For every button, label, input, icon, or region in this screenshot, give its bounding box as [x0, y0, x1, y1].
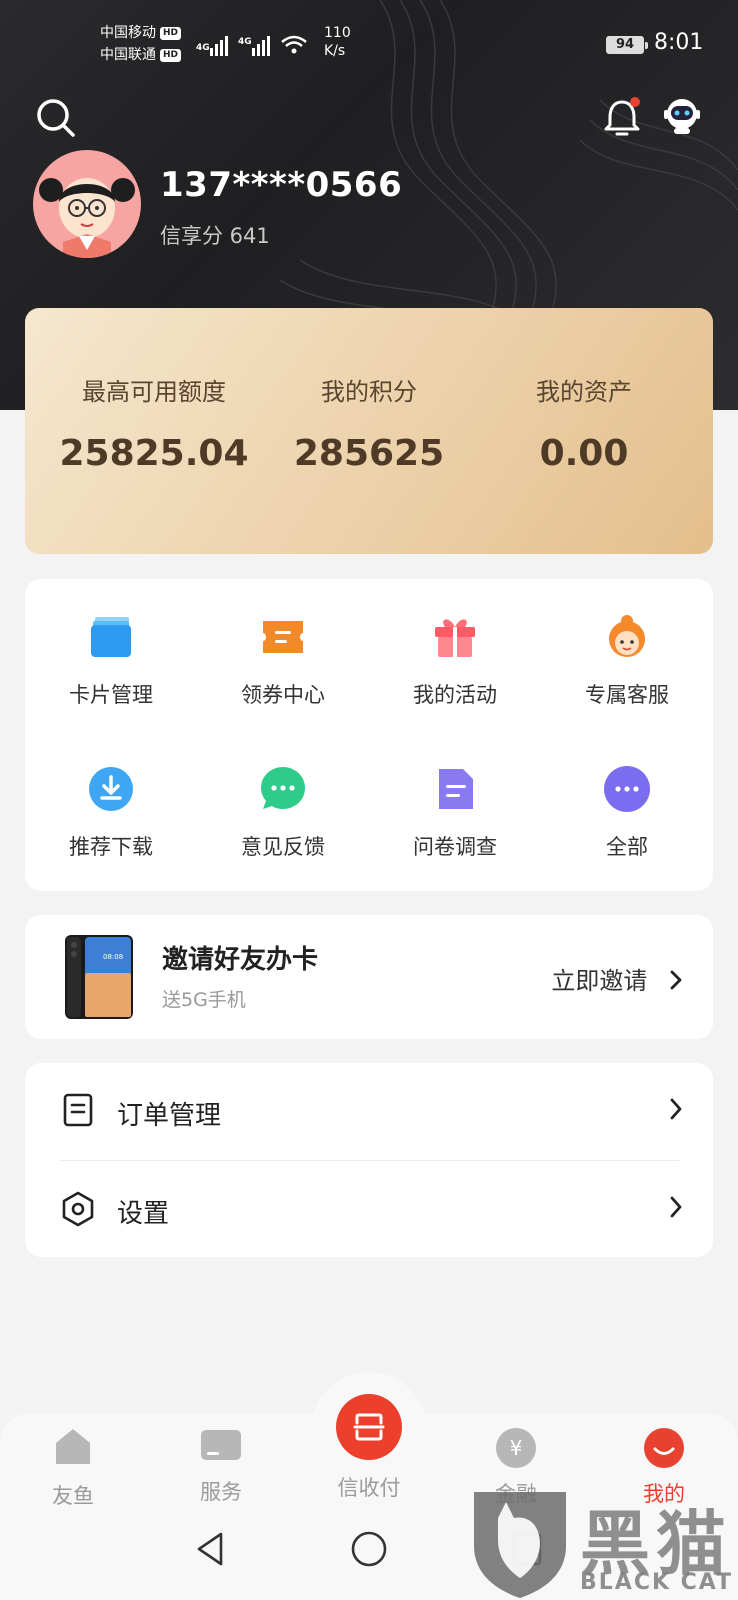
svg-text:4G: 4G — [196, 43, 210, 53]
menu-item-label: 设置 — [117, 1199, 170, 1229]
watermark-en-text: BLACK CAT — [580, 1570, 734, 1595]
profile-icon — [644, 1428, 684, 1468]
invite-banner[interactable]: 08:08 邀请好友办卡 送5G手机 立即邀请 — [25, 915, 713, 1039]
summary-value: 0.00 — [539, 433, 629, 474]
service-label: 全部 — [606, 835, 648, 859]
card-icon — [91, 617, 131, 657]
summary-value: 285625 — [293, 433, 445, 474]
system-home-icon[interactable] — [350, 1530, 388, 1568]
service-icon — [201, 1430, 241, 1460]
scan-pay-icon — [353, 1413, 385, 1441]
menu-item-orders[interactable]: 订单管理 — [25, 1063, 713, 1159]
gift-icon — [435, 619, 475, 657]
black-cat-watermark: 黑猫 BLACK CAT — [468, 1488, 738, 1600]
avatar[interactable] — [33, 150, 141, 258]
credit-score[interactable]: 信享分 641 — [160, 220, 270, 250]
summary-label: 最高可用额度 — [82, 378, 226, 406]
signal-icon: 4G 4G — [196, 35, 307, 56]
service-recommend-download[interactable]: 推荐下载 — [25, 765, 197, 861]
survey-icon — [439, 769, 473, 809]
menu-item-settings[interactable]: 设置 — [25, 1161, 713, 1257]
service-all[interactable]: 全部 — [541, 765, 713, 861]
customer-service-icon — [609, 615, 645, 657]
menu-item-label: 订单管理 — [117, 1101, 222, 1131]
finance-icon: ¥ — [496, 1428, 536, 1468]
summary-assets[interactable]: 我的资产 0.00 — [469, 372, 699, 474]
avatar-girl-illustration — [39, 178, 135, 258]
notification-dot — [630, 97, 640, 107]
order-icon — [63, 1093, 93, 1127]
invite-subtitle: 送5G手机 — [162, 989, 246, 1011]
settings-menu: 订单管理 设置 — [25, 1063, 713, 1257]
network-speed: 110 K/s — [324, 25, 351, 59]
user-phone-number: 137****0566 — [160, 165, 403, 205]
battery-indicator: 94 — [606, 36, 648, 54]
invite-action-label: 立即邀请 — [551, 967, 648, 995]
carrier-2: 中国联通 HD — [100, 44, 182, 66]
summary-label: 我的资产 — [536, 378, 632, 406]
clock: 8:01 — [654, 30, 704, 55]
robot-assistant-icon[interactable] — [662, 96, 702, 136]
chevron-right-icon — [670, 1098, 682, 1120]
service-label: 问卷调查 — [413, 835, 497, 859]
tab-label: 信收付 — [337, 1476, 401, 1500]
phone-product-image: 08:08 — [65, 935, 133, 1019]
notification-bell-icon[interactable] — [600, 96, 644, 140]
home-icon — [56, 1429, 90, 1464]
carrier-1: 中国移动 HD — [100, 22, 182, 44]
tab-label: 友鱼 — [52, 1484, 94, 1508]
search-icon[interactable] — [34, 96, 78, 140]
chevron-right-icon — [670, 970, 682, 990]
summary-value: 25825.04 — [59, 433, 249, 474]
account-summary-card: 最高可用额度 25825.04 我的积分 285625 我的资产 0.00 — [25, 308, 713, 554]
chevron-right-icon — [670, 1196, 682, 1218]
tab-home[interactable]: 友鱼 — [13, 1426, 133, 1510]
service-label: 卡片管理 — [69, 683, 153, 707]
service-label: 推荐下载 — [69, 835, 153, 859]
black-cat-shield-logo — [474, 1492, 566, 1598]
summary-label: 我的积分 — [321, 378, 417, 406]
summary-credit-limit[interactable]: 最高可用额度 25825.04 — [39, 372, 269, 474]
system-back-icon[interactable] — [193, 1530, 227, 1568]
feedback-icon — [261, 767, 305, 809]
services-grid: 卡片管理 领券中心 我的活动 专属客服 推荐下载 意见反馈 问卷调查 全部 — [25, 579, 713, 891]
tab-service[interactable]: 服务 — [161, 1426, 281, 1506]
svg-text:08:08: 08:08 — [103, 953, 123, 961]
summary-points[interactable]: 我的积分 285625 — [254, 372, 484, 474]
service-coupon-center[interactable]: 领券中心 — [197, 613, 369, 709]
service-label: 意见反馈 — [241, 835, 325, 859]
settings-icon — [62, 1191, 94, 1227]
download-icon — [89, 767, 133, 811]
coupon-icon — [263, 621, 303, 653]
status-bar: 中国移动 HD 中国联通 HD 4G 4G 110 K/s 94 8:01 — [0, 22, 738, 70]
tab-scan-pay[interactable]: 信收付 — [334, 1394, 404, 1502]
more-icon — [604, 766, 650, 812]
tab-label: 服务 — [200, 1480, 242, 1504]
service-survey[interactable]: 问卷调查 — [369, 765, 541, 861]
service-my-activities[interactable]: 我的活动 — [369, 613, 541, 709]
service-customer-support[interactable]: 专属客服 — [541, 613, 713, 709]
service-label: 领券中心 — [241, 683, 325, 707]
service-label: 专属客服 — [585, 683, 669, 707]
invite-now-button[interactable]: 立即邀请 — [551, 961, 683, 996]
service-label: 我的活动 — [413, 683, 497, 707]
svg-text:4G: 4G — [238, 37, 252, 47]
invite-title: 邀请好友办卡 — [162, 945, 319, 975]
svg-text:¥: ¥ — [510, 1436, 523, 1460]
scan-pay-button[interactable] — [336, 1394, 402, 1460]
service-feedback[interactable]: 意见反馈 — [197, 765, 369, 861]
service-card-management[interactable]: 卡片管理 — [25, 613, 197, 709]
